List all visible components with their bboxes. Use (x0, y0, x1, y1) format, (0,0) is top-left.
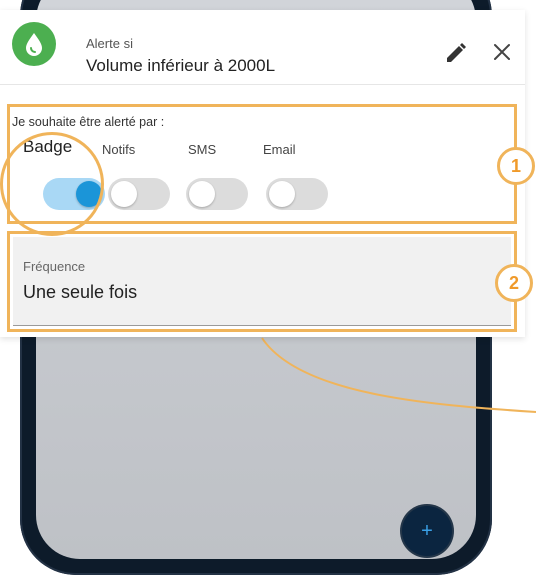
edit-icon[interactable] (444, 41, 468, 65)
channel-label-email: Email (263, 142, 296, 157)
zoom-highlight-circle (0, 132, 104, 236)
alert-condition-label: Alerte si (86, 36, 133, 51)
callout-number-2: 2 (495, 264, 533, 302)
frequency-label: Fréquence (23, 259, 86, 274)
toggle-knob (111, 181, 137, 207)
alert-card: Alerte si Volume inférieur à 2000L Je so… (0, 10, 535, 337)
water-drop-icon (12, 22, 56, 66)
sms-toggle[interactable] (186, 178, 248, 210)
toggle-knob (269, 181, 295, 207)
email-toggle[interactable] (266, 178, 328, 210)
frequency-select[interactable]: Fréquence Une seule fois (13, 237, 511, 326)
channels-prompt: Je souhaite être alerté par : (12, 115, 165, 129)
notification-channels-section: Je souhaite être alerté par : Badge Noti… (0, 104, 517, 236)
channel-label-notifs: Notifs (102, 142, 136, 157)
channel-label-sms: SMS (188, 142, 217, 157)
alert-header: Alerte si Volume inférieur à 2000L (0, 10, 525, 85)
frequency-value: Une seule fois (23, 282, 138, 302)
callout-number-1: 1 (497, 147, 535, 185)
close-icon[interactable] (492, 42, 512, 62)
toggle-knob (189, 181, 215, 207)
notifs-toggle[interactable] (108, 178, 170, 210)
frequency-section: Fréquence Une seule fois (7, 231, 517, 332)
alert-condition-value: Volume inférieur à 2000L (86, 56, 276, 75)
